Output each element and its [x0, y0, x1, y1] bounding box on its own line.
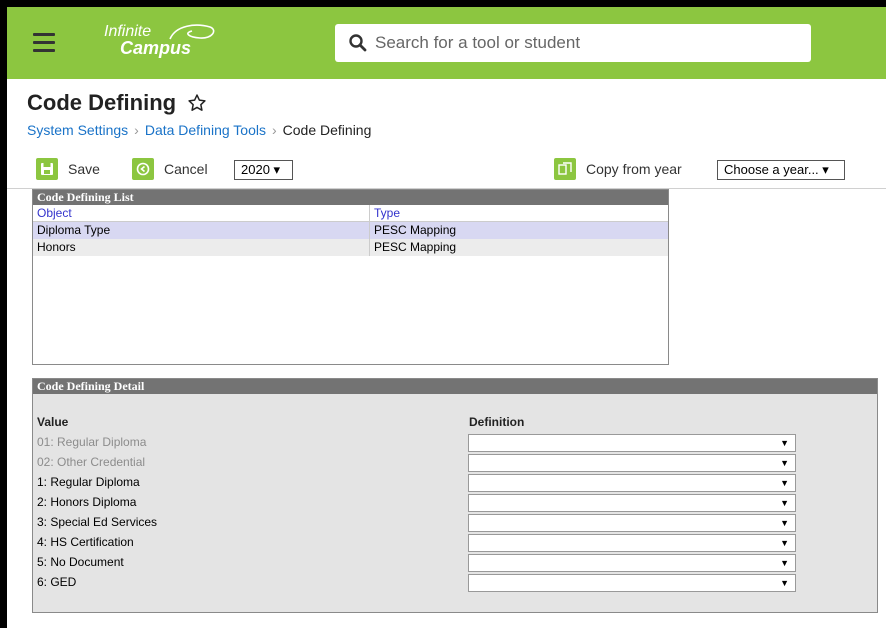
app-logo[interactable]: Infinite Campus	[104, 23, 215, 57]
definition-select[interactable]: ▼	[468, 574, 796, 592]
chevron-down-icon: ▼	[780, 438, 789, 448]
detail-row: 2: Honors Diploma ▼	[33, 493, 879, 513]
breadcrumb-current: Code Defining	[282, 122, 372, 138]
list-cell-type: PESC Mapping	[374, 223, 457, 237]
year-select[interactable]: 2020 ▾	[234, 160, 293, 180]
choose-year-select[interactable]: Choose a year... ▾	[717, 160, 845, 180]
value-column-header: Value	[37, 415, 69, 429]
detail-row: 5: No Document ▼	[33, 553, 879, 573]
column-header-type[interactable]: Type	[370, 205, 400, 221]
detail-row: 3: Special Ed Services ▼	[33, 513, 879, 533]
detail-value: 3: Special Ed Services	[37, 515, 158, 529]
top-navigation-bar: Infinite Campus Search for a tool or stu…	[7, 7, 886, 79]
definition-select[interactable]: ▼	[468, 514, 796, 532]
detail-row: 1: Regular Diploma ▼	[33, 473, 879, 493]
favorite-star-icon[interactable]	[187, 93, 207, 113]
definition-column-header: Definition	[469, 415, 525, 429]
action-toolbar: Save Cancel 2020 ▾ Copy from year Choose…	[7, 152, 886, 189]
detail-row: 6: GED ▼	[33, 573, 879, 593]
chevron-down-icon: ▼	[780, 458, 789, 468]
search-placeholder: Search for a tool or student	[375, 33, 581, 52]
chevron-down-icon: ▼	[780, 558, 789, 568]
detail-value: 6: GED	[37, 575, 77, 589]
detail-value: 02: Other Credential	[37, 455, 146, 469]
page-header: Code Defining	[27, 90, 207, 116]
detail-row: 01: Regular Diploma ▼	[33, 433, 879, 453]
list-panel-heading: Code Defining List	[33, 190, 668, 205]
breadcrumb: System Settings › Data Defining Tools › Code…	[27, 122, 371, 138]
save-label: Save	[68, 161, 100, 177]
definition-select[interactable]: ▼	[468, 434, 796, 452]
chevron-down-icon: ▼	[780, 518, 789, 528]
detail-value: 5: No Document	[37, 555, 124, 569]
definition-select[interactable]: ▼	[468, 534, 796, 552]
logo-swirl-icon	[169, 24, 215, 40]
code-defining-list-panel: Code Defining List Object Type Diploma T…	[32, 189, 669, 365]
cancel-label: Cancel	[164, 161, 208, 177]
column-header-object[interactable]: Object	[33, 205, 370, 221]
copy-from-year-label: Copy from year	[586, 161, 682, 177]
page-title: Code Defining	[27, 90, 177, 115]
breadcrumb-data-defining-tools[interactable]: Data Defining Tools	[145, 122, 266, 138]
breadcrumb-separator-icon: ›	[271, 122, 277, 138]
detail-value: 01: Regular Diploma	[37, 435, 147, 449]
search-icon	[349, 34, 367, 52]
breadcrumb-separator-icon: ›	[134, 122, 139, 138]
cancel-button[interactable]: Cancel	[132, 157, 208, 181]
detail-value: 2: Honors Diploma	[37, 495, 137, 509]
window-frame-top	[0, 0, 886, 7]
list-column-headers: Object Type	[33, 205, 668, 222]
definition-select[interactable]: ▼	[468, 494, 796, 512]
definition-select[interactable]: ▼	[468, 454, 796, 472]
definition-select[interactable]: ▼	[468, 474, 796, 492]
global-search-input[interactable]: Search for a tool or student	[335, 24, 811, 62]
cancel-icon	[132, 158, 154, 180]
code-defining-detail-panel: Code Defining Detail Value Definition 01…	[32, 378, 878, 613]
list-row[interactable]: Honors PESC Mapping	[33, 239, 668, 256]
save-icon	[36, 158, 58, 180]
copy-icon	[554, 158, 576, 180]
save-button[interactable]: Save	[36, 157, 100, 181]
chevron-down-icon: ▼	[780, 538, 789, 548]
copy-from-year-button[interactable]: Copy from year	[554, 157, 682, 181]
menu-icon[interactable]	[33, 33, 55, 53]
detail-value: 4: HS Certification	[37, 535, 134, 549]
chevron-down-icon: ▼	[780, 578, 789, 588]
list-row[interactable]: Diploma Type PESC Mapping	[33, 222, 668, 239]
detail-row: 02: Other Credential ▼	[33, 453, 879, 473]
list-cell-object: Honors	[33, 239, 370, 256]
list-cell-object: Diploma Type	[33, 222, 370, 239]
chevron-down-icon: ▼	[780, 498, 789, 508]
window-frame-left	[0, 0, 7, 628]
detail-row: 4: HS Certification ▼	[33, 533, 879, 553]
breadcrumb-system-settings[interactable]: System Settings	[27, 122, 128, 138]
chevron-down-icon: ▼	[780, 478, 789, 488]
detail-value: 1: Regular Diploma	[37, 475, 140, 489]
list-cell-type: PESC Mapping	[374, 240, 457, 254]
definition-select[interactable]: ▼	[468, 554, 796, 572]
detail-panel-heading: Code Defining Detail	[33, 379, 877, 394]
